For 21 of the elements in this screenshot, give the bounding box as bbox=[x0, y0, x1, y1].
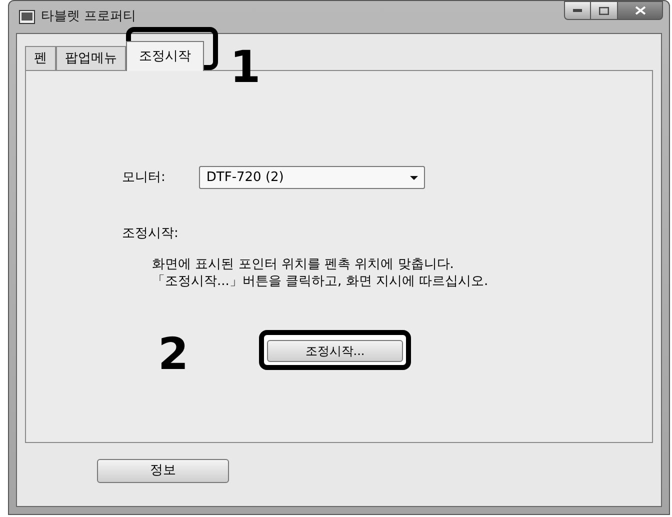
close-button[interactable] bbox=[617, 1, 663, 20]
minimize-icon bbox=[573, 9, 582, 12]
minimize-button[interactable] bbox=[564, 1, 591, 20]
description-text: 「조정시작...」버튼을 클릭하고, 화면 지시에 따르십시오. bbox=[152, 272, 488, 290]
tab[interactable]: 펜 bbox=[25, 46, 56, 70]
calibration-heading: 조정시작: bbox=[122, 225, 178, 243]
calibrate-button[interactable]: 조정시작... bbox=[267, 340, 403, 362]
maximize-icon bbox=[599, 6, 609, 14]
window-icon bbox=[19, 10, 35, 24]
callout-number: 1 bbox=[230, 46, 261, 90]
monitor-label: 모니터: bbox=[122, 168, 166, 187]
window-title: 타블렛 프로퍼티 bbox=[41, 8, 136, 26]
tab[interactable]: 조정시작 bbox=[126, 41, 204, 71]
about-button[interactable]: 정보 bbox=[97, 458, 229, 482]
dropdown-arrow-icon bbox=[410, 176, 418, 180]
monitor-dropdown[interactable]: DTF-720 (2) bbox=[199, 166, 426, 189]
maximize-button[interactable] bbox=[591, 1, 617, 20]
close-icon bbox=[634, 6, 646, 15]
description-text: 화면에 표시된 포인터 위치를 펜촉 위치에 맞춥니다. bbox=[152, 256, 454, 272]
callout-number: 2 bbox=[158, 333, 189, 377]
tab[interactable]: 팝업메뉴 bbox=[56, 46, 126, 70]
